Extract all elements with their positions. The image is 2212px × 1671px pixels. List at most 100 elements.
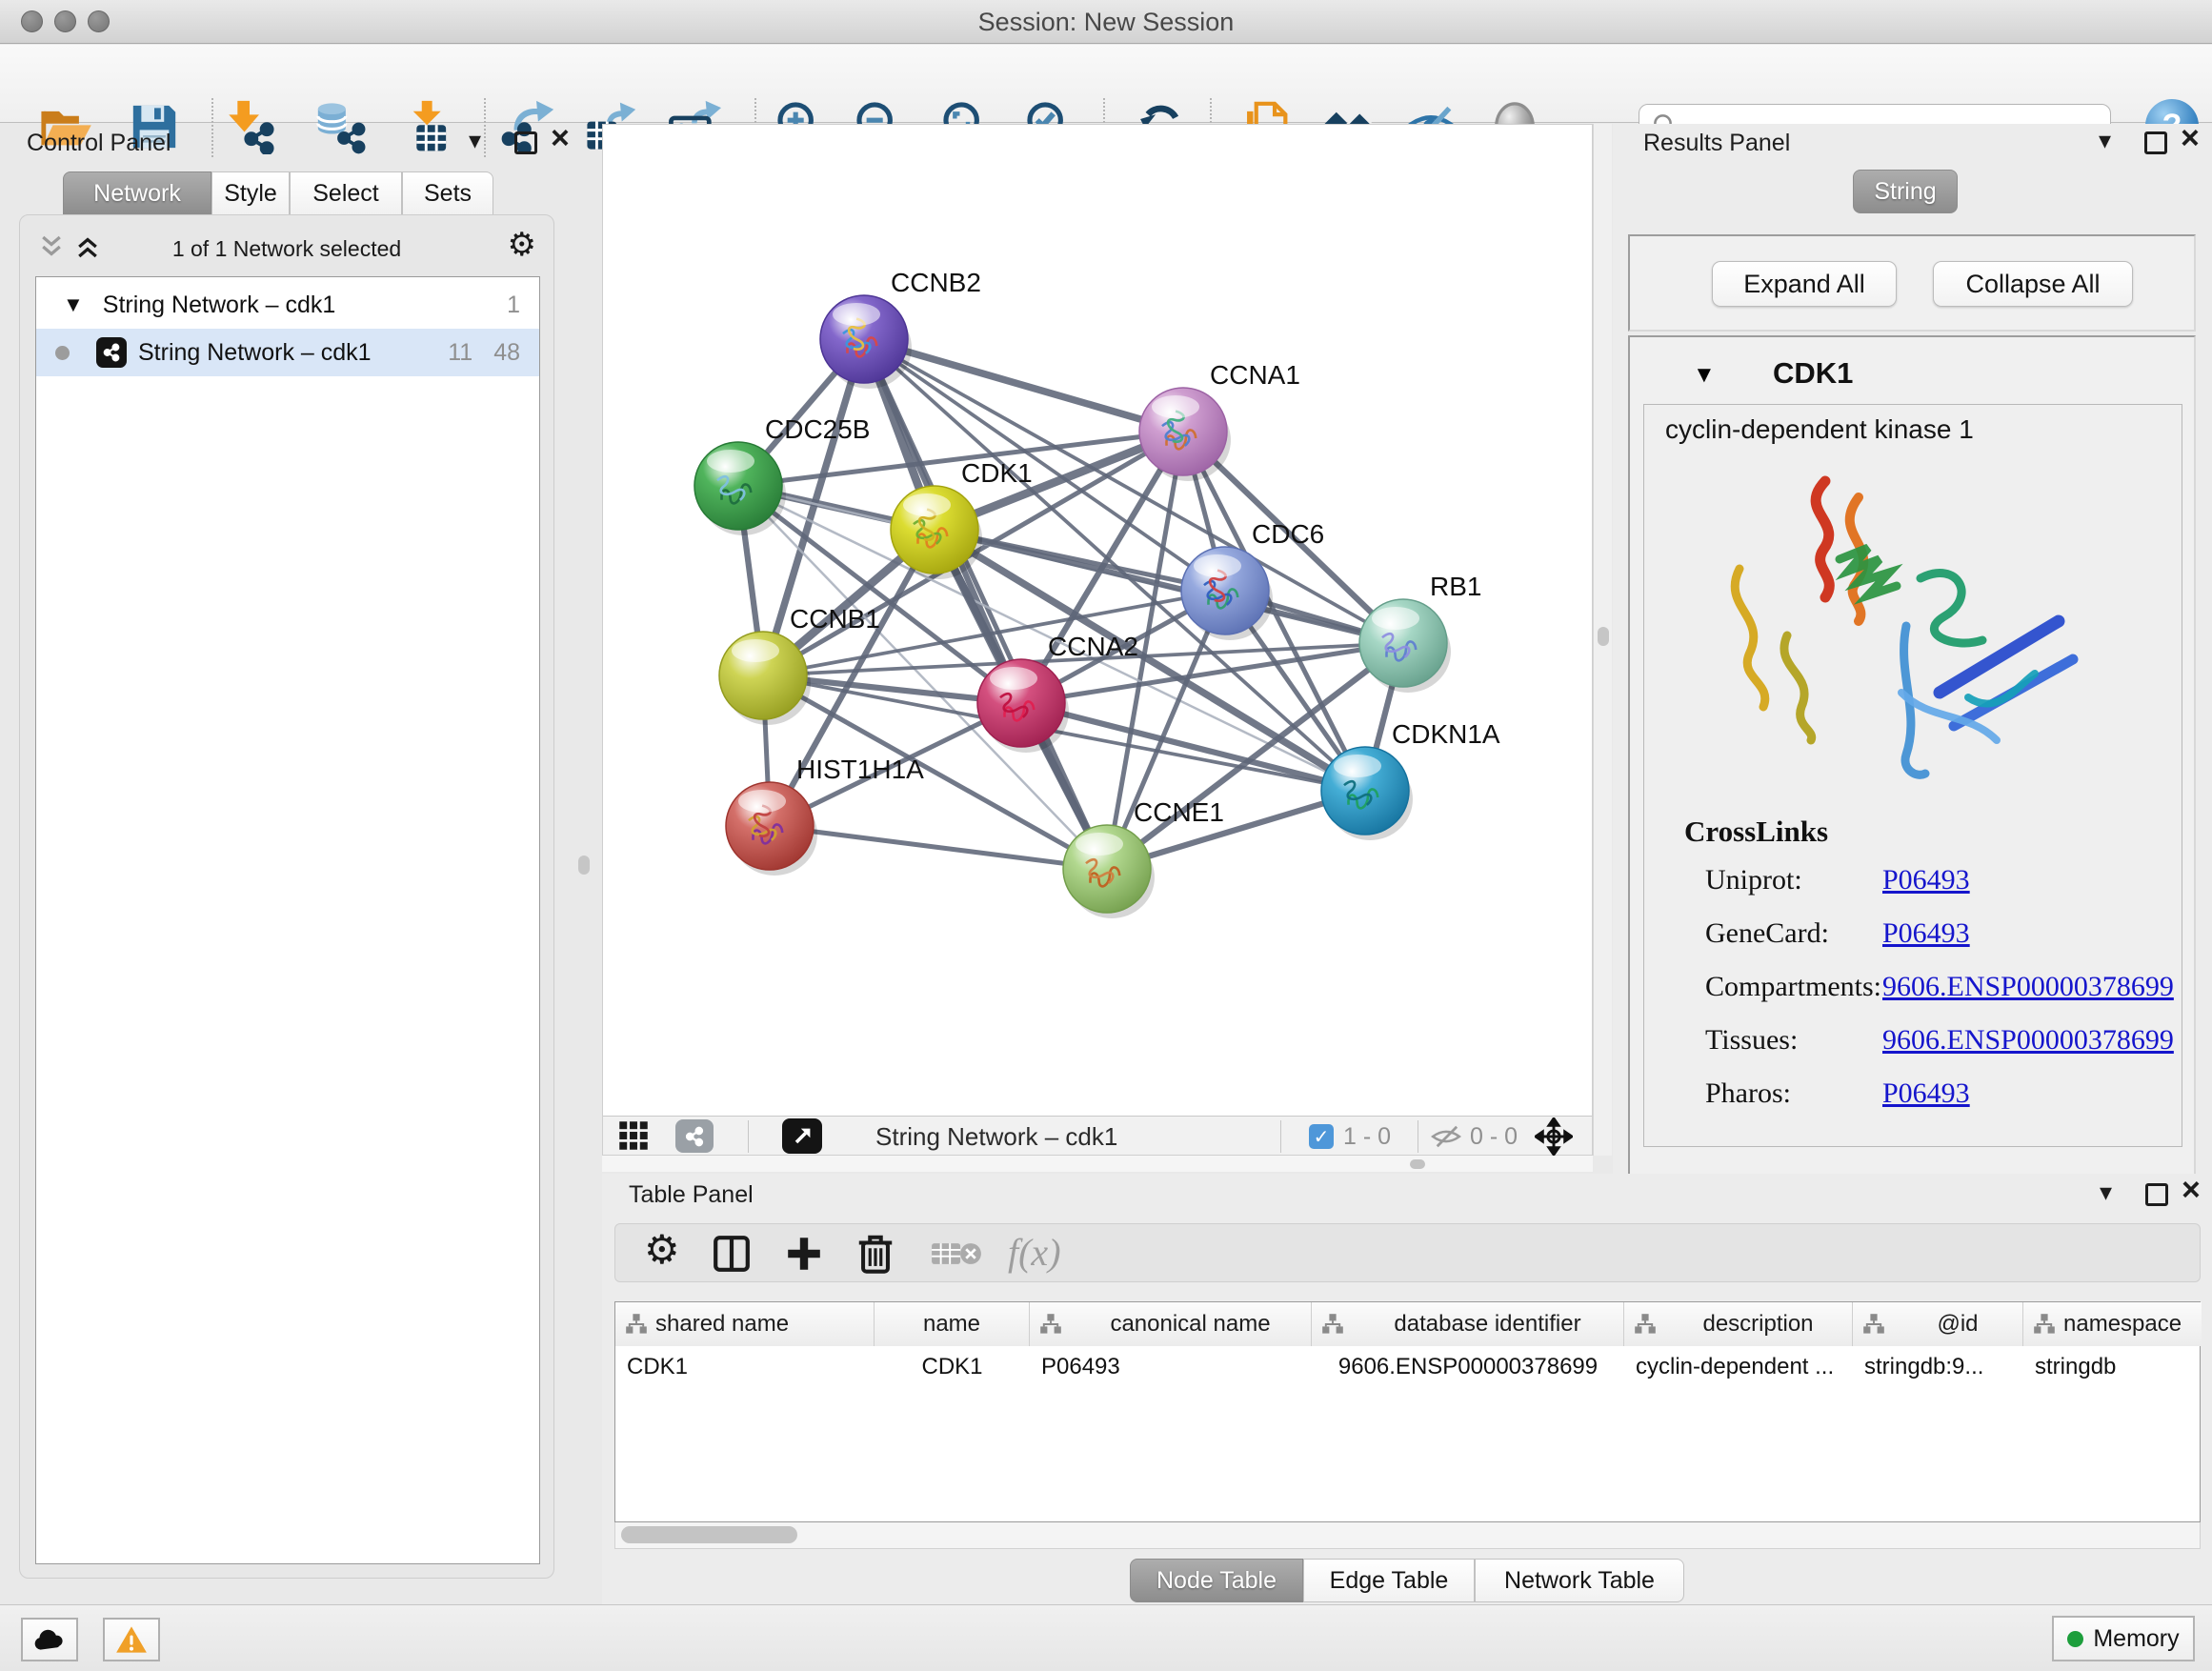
table-cell[interactable]: 9606.ENSP00000378699	[1312, 1346, 1624, 1388]
table-cell[interactable]: P06493	[1030, 1346, 1312, 1388]
right-splitter[interactable]	[1593, 124, 1612, 1156]
table-settings-gear-icon[interactable]: ⚙	[644, 1230, 680, 1270]
right-splitter-handle[interactable]	[1598, 627, 1609, 646]
tab-style[interactable]: Style	[211, 171, 290, 215]
network-edge[interactable]	[770, 826, 1107, 869]
network-node-HIST1H1A[interactable]: HIST1H1A	[726, 755, 924, 876]
results-panel-float-icon[interactable]	[2144, 131, 2167, 154]
results-panel-menu-icon[interactable]: ▾	[2099, 128, 2111, 152]
cell-value: cyclin-dependent ...	[1636, 1354, 1834, 1380]
table-cell[interactable]: cyclin-dependent ...	[1624, 1346, 1853, 1388]
collapse-all-button[interactable]: Collapse All	[1933, 261, 2133, 307]
entry-expander-icon[interactable]: ▼	[1693, 362, 1716, 389]
results-panel-close-icon[interactable]: ×	[2181, 127, 2200, 150]
crosslink-link[interactable]: P06493	[1882, 917, 1970, 950]
table-panel-menu-icon[interactable]: ▾	[2100, 1179, 2112, 1204]
grid-view-button[interactable]	[616, 1119, 651, 1157]
table-panel-float-icon[interactable]	[2145, 1183, 2168, 1206]
collection-label: String Network – cdk1	[103, 292, 336, 319]
delete-column-icon[interactable]	[855, 1232, 895, 1276]
cell-value: CDK1	[627, 1354, 688, 1380]
table-cell[interactable]: CDK1	[875, 1346, 1030, 1388]
control-panel-menu-icon[interactable]: ▾	[469, 128, 481, 152]
network-canvas[interactable]: CCNB2 CCNA1 CDC25B CDK1 CDC6 RB1 CCNB1 CCNA2 CDK…	[603, 125, 1592, 1116]
control-panel-close-icon[interactable]: ×	[551, 127, 570, 150]
tab-sets[interactable]: Sets	[402, 171, 493, 215]
column-label: description	[1702, 1311, 1813, 1338]
birds-eye-view-button[interactable]	[782, 1118, 822, 1154]
add-column-icon[interactable]	[783, 1234, 825, 1274]
crosslink-label: Tissues:	[1705, 1024, 1798, 1057]
node-label: CCNB1	[790, 604, 880, 634]
table-cell[interactable]: stringdb	[2023, 1346, 2202, 1388]
table-hscrollbar-thumb[interactable]	[621, 1526, 797, 1543]
cell-value: stringdb	[2035, 1354, 2116, 1380]
network-edge[interactable]	[935, 530, 1403, 643]
network-collection-row[interactable]: ▼ String Network – cdk1 1	[36, 283, 539, 327]
node-label: CDK1	[961, 458, 1033, 488]
show-columns-icon[interactable]	[711, 1234, 753, 1274]
window-title: Session: New Session	[0, 8, 2212, 37]
column-header-namespace[interactable]: namespace	[2023, 1302, 2202, 1346]
network-node-CCNA2[interactable]: CCNA2	[977, 632, 1138, 753]
cloud-status-button[interactable]	[21, 1618, 78, 1661]
memory-label: Memory	[2093, 1625, 2179, 1653]
tab-string[interactable]: String	[1853, 170, 1958, 213]
tab-edge-table[interactable]: Edge Table	[1303, 1559, 1475, 1602]
tab-network-table[interactable]: Network Table	[1475, 1559, 1684, 1602]
string-view-button[interactable]	[675, 1119, 714, 1153]
network-node-CCNA1[interactable]: CCNA1	[1139, 360, 1300, 481]
selected-checkbox-icon[interactable]: ✓	[1309, 1124, 1334, 1149]
results-toolbar-box: Expand All Collapse All	[1628, 234, 2196, 332]
network-row[interactable]: String Network – cdk1 11 48	[36, 329, 539, 376]
network-edge-count: 48	[493, 339, 520, 367]
table-panel-close-icon[interactable]: ×	[2182, 1178, 2201, 1201]
expand-all-button[interactable]: Expand All	[1712, 261, 1897, 307]
network-edge[interactable]	[864, 339, 1183, 432]
collection-expander-icon[interactable]: ▼	[63, 292, 84, 317]
memory-button[interactable]: Memory	[2052, 1616, 2195, 1661]
tab-network[interactable]: Network	[63, 171, 211, 215]
fit-content-button[interactable]	[1535, 1117, 1573, 1160]
results-entry-box: ▼ CDK1 cyclin-dependent kinase 1 CrossLi…	[1628, 335, 2196, 1178]
horizontal-splitter[interactable]	[602, 1156, 1593, 1172]
column-header-id[interactable]: @id	[1853, 1302, 2023, 1346]
crosslink-link[interactable]: 9606.ENSP00000378699	[1882, 1024, 2174, 1057]
memory-status-dot-icon	[2067, 1631, 2083, 1647]
network-node-CCNB2[interactable]: CCNB2	[820, 268, 981, 389]
crosslink-link[interactable]: P06493	[1882, 864, 1970, 896]
status-bar: Memory	[0, 1604, 2212, 1671]
table-cell[interactable]: CDK1	[615, 1346, 875, 1388]
column-tree-icon	[625, 1313, 648, 1336]
control-panel-float-icon[interactable]	[514, 131, 537, 154]
network-node-CDKN1A[interactable]: CDKN1A	[1321, 719, 1500, 840]
network-node-CCNE1[interactable]: CCNE1	[1063, 797, 1224, 918]
network-options-gear-icon[interactable]: ⚙	[508, 229, 536, 261]
node-label: CDC6	[1252, 519, 1324, 549]
column-header-description[interactable]: description	[1624, 1302, 1853, 1346]
left-splitter-handle[interactable]	[578, 856, 590, 875]
node-label: CDC25B	[765, 414, 870, 444]
tab-node-table[interactable]: Node Table	[1130, 1559, 1303, 1602]
cloud-icon	[32, 1627, 67, 1652]
horizontal-splitter-handle[interactable]	[1410, 1159, 1425, 1169]
crosslink-link[interactable]: P06493	[1882, 1077, 1970, 1110]
warnings-button[interactable]	[103, 1618, 160, 1661]
network-node-CDC6[interactable]: CDC6	[1181, 519, 1324, 640]
network-view-toolbar: String Network – cdk1 ✓ 1 - 0 0 - 0	[603, 1116, 1592, 1155]
column-header-name[interactable]: name	[875, 1302, 1030, 1346]
cell-value: 9606.ENSP00000378699	[1338, 1354, 1598, 1380]
network-node-CCNB1[interactable]: CCNB1	[719, 604, 880, 725]
button-label: Expand All	[1743, 270, 1865, 299]
collection-count: 1	[507, 292, 520, 319]
crosslink-link[interactable]: 9606.ENSP00000378699	[1882, 971, 2174, 1003]
network-node-RB1[interactable]: RB1	[1359, 572, 1481, 693]
table-hscrollbar[interactable]	[614, 1522, 2201, 1549]
column-tree-icon	[1321, 1313, 1344, 1336]
column-header-canonical-name[interactable]: canonical name	[1030, 1302, 1312, 1346]
table-cell[interactable]: stringdb:9...	[1853, 1346, 2023, 1388]
column-header-database-identifier[interactable]: database identifier	[1312, 1302, 1624, 1346]
column-header-shared-name[interactable]: shared name	[615, 1302, 875, 1346]
tab-select[interactable]: Select	[290, 171, 402, 215]
column-tree-icon	[1634, 1313, 1657, 1336]
